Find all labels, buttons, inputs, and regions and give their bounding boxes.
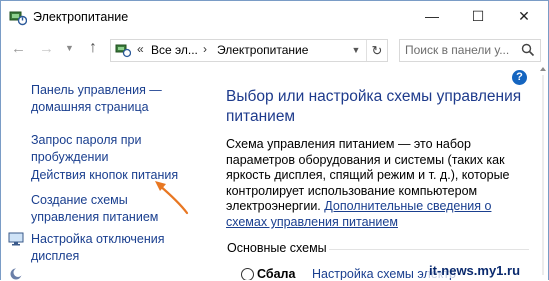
sidebar: Панель управления — домашняя страница За… (1, 65, 201, 280)
chevron-down-icon[interactable]: ▼ (347, 40, 365, 61)
address-bar[interactable]: « Все эл... › Электропитание ▼ ↻ (110, 39, 388, 62)
power-options-icon (115, 44, 131, 58)
sidebar-item-display-off[interactable]: Настройка отключения дисплея (31, 231, 196, 265)
section-divider (329, 249, 529, 250)
annotation-arrow-icon (155, 181, 189, 215)
control-panel-window: Электропитание — ☐ ✕ ← → ▼ ↑ « Все эл...… (0, 0, 549, 280)
sidebar-item-require-password[interactable]: Запрос пароля при пробуждении (31, 132, 196, 166)
minimize-button[interactable]: — (409, 1, 455, 31)
breadcrumb-power-options[interactable]: Электропитание (217, 43, 308, 57)
breadcrumb-separator[interactable]: › (203, 42, 207, 56)
display-icon (8, 232, 24, 246)
arrow-left-icon[interactable]: ← (11, 40, 26, 57)
page-description: Схема управления питанием — это набор па… (226, 137, 526, 231)
breadcrumb-all-items[interactable]: Все эл... (151, 43, 198, 57)
maximize-button[interactable]: ☐ (455, 1, 501, 31)
section-title: Основные схемы (227, 241, 327, 255)
sleep-icon (10, 268, 23, 280)
sidebar-item-control-panel-home[interactable]: Панель управления — домашняя страница (31, 82, 196, 116)
watermark: it-news.my1.ru (427, 263, 523, 278)
search-input[interactable] (405, 40, 515, 59)
breadcrumb-overflow[interactable]: « (137, 42, 144, 56)
main-content: ? Выбор или настройка схемы управления п… (201, 65, 548, 280)
arrow-up-icon[interactable]: ↑ (89, 39, 97, 57)
close-button[interactable]: ✕ (501, 1, 547, 31)
arrow-right-icon[interactable]: → (39, 40, 54, 57)
plan-radio[interactable] (241, 268, 254, 280)
help-icon[interactable]: ? (512, 70, 527, 85)
page-title: Выбор или настройка схемы управления пит… (226, 88, 522, 125)
navigation-bar: ← → ▼ ↑ « Все эл... › Электропитание ▼ ↻ (1, 33, 548, 65)
chevron-down-icon[interactable]: ▼ (65, 43, 74, 53)
vertical-scrollbar[interactable] (539, 65, 547, 280)
search-box[interactable] (399, 39, 541, 62)
plan-name[interactable]: Сбала (257, 267, 295, 280)
power-options-icon (9, 11, 27, 26)
window-title: Электропитание (33, 10, 129, 24)
search-icon[interactable] (521, 43, 535, 57)
title-bar: Электропитание — ☐ ✕ (1, 1, 548, 33)
refresh-icon[interactable]: ↻ (366, 40, 387, 61)
